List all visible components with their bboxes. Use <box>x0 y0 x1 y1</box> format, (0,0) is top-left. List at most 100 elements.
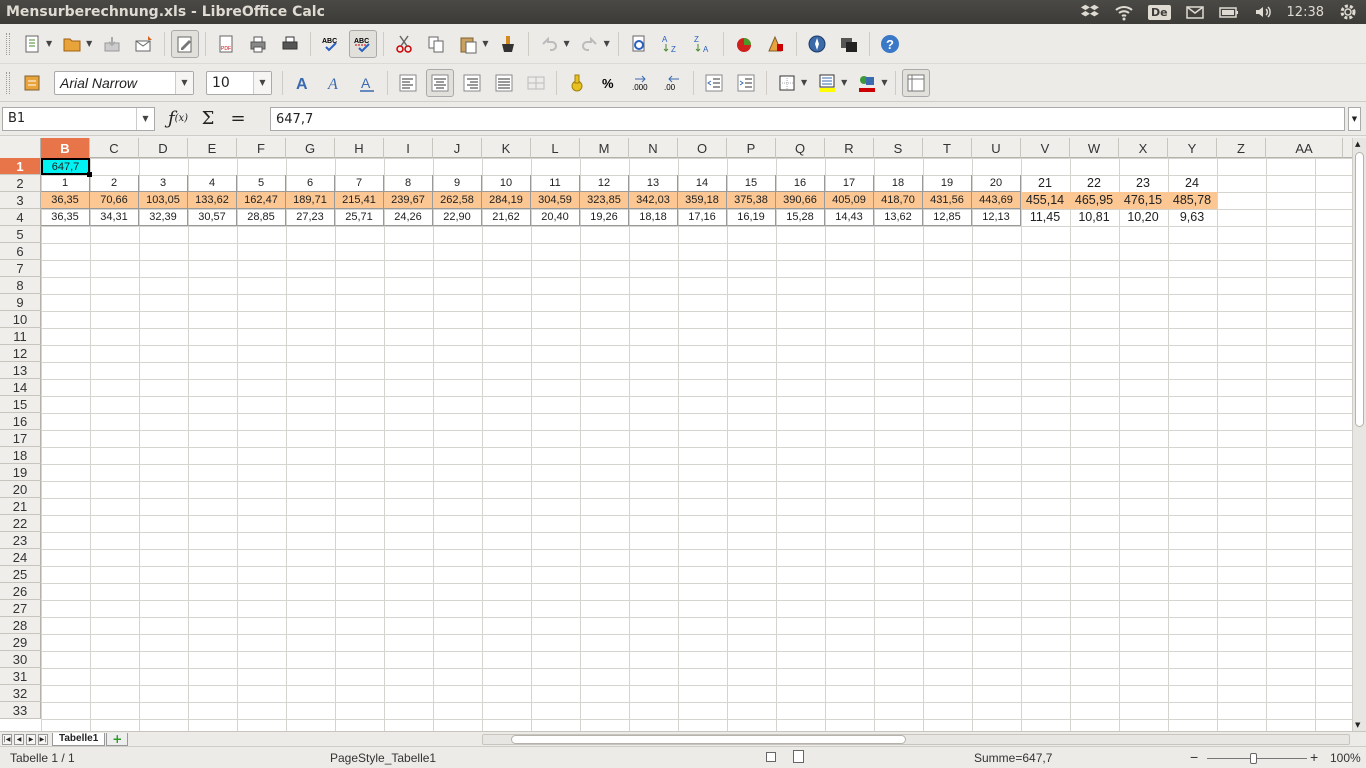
cell[interactable]: 215,41 <box>335 192 384 209</box>
cell[interactable]: 10 <box>482 175 531 192</box>
row-header-8[interactable]: 8 <box>0 277 41 294</box>
cell[interactable]: 5 <box>237 175 286 192</box>
help-button[interactable]: ? <box>876 30 904 58</box>
cell[interactable]: 284,19 <box>482 192 531 209</box>
cell[interactable]: 16 <box>776 175 825 192</box>
row-header-18[interactable]: 18 <box>0 447 41 464</box>
dropbox-icon[interactable] <box>1080 4 1100 20</box>
auto-spellcheck-button[interactable]: ABC <box>349 29 378 58</box>
cell[interactable]: 262,58 <box>433 192 482 209</box>
zoom-slider-thumb[interactable] <box>1250 753 1257 764</box>
cell[interactable]: 304,59 <box>531 192 580 209</box>
edit-file-button[interactable] <box>171 29 200 58</box>
paste-dropdown-icon[interactable]: ▼ <box>482 39 488 48</box>
spellcheck-button[interactable]: ABC <box>317 30 345 58</box>
column-header-i[interactable]: I <box>384 138 433 158</box>
row-header-12[interactable]: 12 <box>0 345 41 362</box>
cell[interactable]: 14,43 <box>825 209 874 226</box>
row-header-28[interactable]: 28 <box>0 617 41 634</box>
keyboard-layout-indicator[interactable]: De <box>1147 4 1171 20</box>
font-name-dropdown-icon[interactable]: ▼ <box>175 71 193 94</box>
row-header-15[interactable]: 15 <box>0 396 41 413</box>
align-left-button[interactable] <box>394 69 422 97</box>
volume-icon[interactable] <box>1253 4 1273 20</box>
cell[interactable]: 21,62 <box>482 209 531 226</box>
align-right-button[interactable] <box>458 69 486 97</box>
scroll-up-icon[interactable]: ▲ <box>1355 140 1360 148</box>
column-header-j[interactable]: J <box>433 138 482 158</box>
cell[interactable]: 476,15 <box>1119 192 1168 209</box>
undo-button[interactable] <box>535 30 563 58</box>
delete-decimal-button[interactable]: .00 <box>659 69 687 97</box>
cell[interactable]: 15 <box>727 175 776 192</box>
column-header-s[interactable]: S <box>874 138 923 158</box>
row-header-3[interactable]: 3 <box>0 192 41 209</box>
sheet-tab-tabelle1[interactable]: Tabelle1 <box>52 732 106 746</box>
row-header-25[interactable]: 25 <box>0 566 41 583</box>
cell[interactable]: 16,19 <box>727 209 776 226</box>
cell[interactable]: 431,56 <box>923 192 972 209</box>
insert-chart-button[interactable] <box>730 30 758 58</box>
new-document-button[interactable] <box>18 30 46 58</box>
cell[interactable]: 12,85 <box>923 209 972 226</box>
vertical-scrollbar[interactable]: ▲ ▼ <box>1352 138 1366 731</box>
clock[interactable]: 12:38 <box>1287 5 1324 20</box>
cell[interactable]: 2 <box>90 175 139 192</box>
column-header-o[interactable]: O <box>678 138 727 158</box>
draw-functions-button[interactable] <box>762 30 790 58</box>
cell[interactable]: 189,71 <box>286 192 335 209</box>
print-preview-button[interactable] <box>276 30 304 58</box>
font-name-combobox[interactable]: Arial Narrow ▼ <box>54 70 194 95</box>
sort-descending-button[interactable]: ZA <box>689 30 717 58</box>
selection-mode-icon[interactable] <box>766 752 776 762</box>
open-button[interactable] <box>58 30 86 58</box>
row-header-20[interactable]: 20 <box>0 481 41 498</box>
cell[interactable]: 9,63 <box>1168 209 1217 226</box>
paste-button[interactable] <box>454 30 482 58</box>
redo-button[interactable] <box>576 30 604 58</box>
row-header-11[interactable]: 11 <box>0 328 41 345</box>
formula-equals-icon[interactable]: = <box>223 105 253 133</box>
horizontal-scrollbar[interactable] <box>482 734 1350 745</box>
increase-indent-button[interactable] <box>732 69 760 97</box>
add-decimal-button[interactable]: .000 <box>627 69 655 97</box>
add-sheet-icon[interactable]: + <box>106 732 129 746</box>
zoom-in-icon[interactable]: + <box>1310 749 1318 765</box>
cell[interactable]: 103,05 <box>139 192 188 209</box>
cell[interactable]: 12,13 <box>972 209 1021 226</box>
cell[interactable]: 390,66 <box>776 192 825 209</box>
sort-ascending-button[interactable]: AZ <box>657 30 685 58</box>
column-header-u[interactable]: U <box>972 138 1021 158</box>
name-box-dropdown-icon[interactable]: ▼ <box>136 107 154 130</box>
row-header-1[interactable]: 1 <box>0 158 41 175</box>
navigator-button[interactable] <box>803 30 831 58</box>
row-header-23[interactable]: 23 <box>0 532 41 549</box>
row-header-13[interactable]: 13 <box>0 362 41 379</box>
cell[interactable]: 12 <box>580 175 629 192</box>
cell[interactable]: 13,62 <box>874 209 923 226</box>
row-header-10[interactable]: 10 <box>0 311 41 328</box>
autofill-handle[interactable] <box>87 172 92 177</box>
column-header-x[interactable]: X <box>1119 138 1168 158</box>
styles-formatting-button[interactable] <box>18 69 46 97</box>
page-style[interactable]: PageStyle_Tabelle1 <box>330 751 436 765</box>
merge-cells-button[interactable] <box>522 69 550 97</box>
cell[interactable]: 19,26 <box>580 209 629 226</box>
cell[interactable]: 323,85 <box>580 192 629 209</box>
active-cell-b1[interactable]: 647,7 <box>41 158 92 177</box>
cut-button[interactable] <box>390 30 418 58</box>
document-modified-icon[interactable] <box>793 750 804 763</box>
column-header-f[interactable]: F <box>237 138 286 158</box>
gallery-button[interactable] <box>835 30 863 58</box>
column-header-q[interactable]: Q <box>776 138 825 158</box>
cell[interactable]: 22 <box>1070 175 1119 192</box>
background-color-button[interactable] <box>813 69 841 97</box>
toolbar-handle[interactable] <box>6 32 10 55</box>
cell[interactable]: 4 <box>188 175 237 192</box>
column-header-v[interactable]: V <box>1021 138 1070 158</box>
row-header-27[interactable]: 27 <box>0 600 41 617</box>
row-header-2[interactable]: 2 <box>0 175 41 192</box>
font-color-button[interactable] <box>853 69 881 97</box>
cell[interactable]: 34,31 <box>90 209 139 226</box>
cell[interactable]: 19 <box>923 175 972 192</box>
